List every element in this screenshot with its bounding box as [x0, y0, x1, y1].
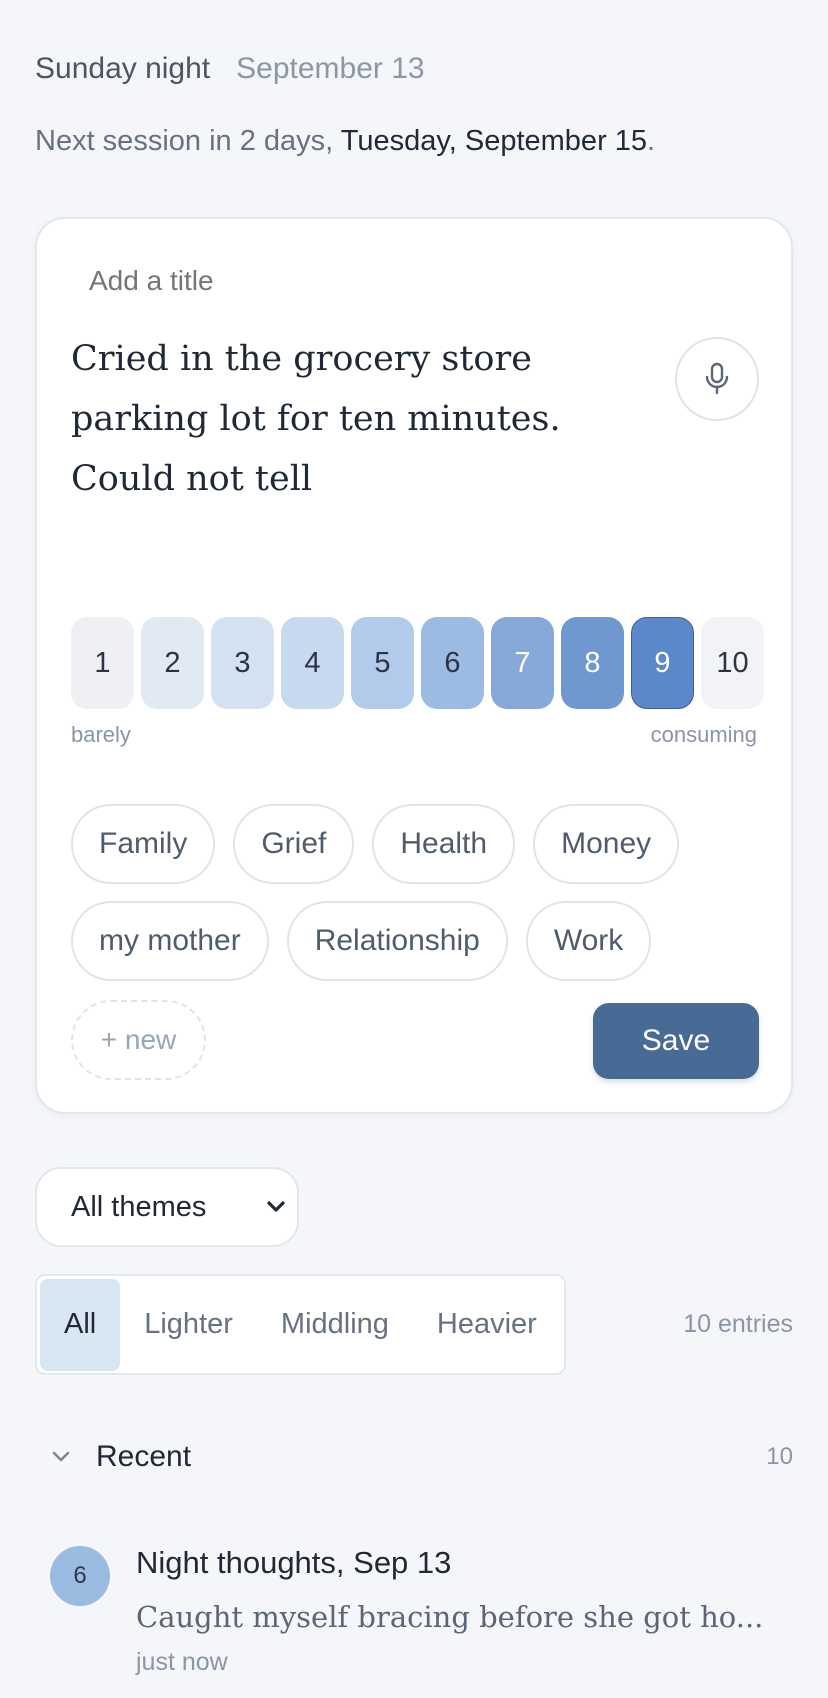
journal-composer-card: Cried in the grocery store parking lot f…: [35, 217, 793, 1114]
title-input[interactable]: [89, 265, 649, 297]
segment-middling[interactable]: Middling: [257, 1279, 413, 1371]
entry-timestamp: just now: [136, 1648, 228, 1676]
entry-weight-badge: 6: [50, 1546, 110, 1606]
chevron-down-icon: [267, 1201, 285, 1212]
next-session-date: Tuesday, September 15: [340, 125, 648, 157]
recent-section-count: 10: [766, 1443, 793, 1470]
microphone-button[interactable]: [675, 337, 759, 421]
scale-low-label: barely: [71, 722, 131, 747]
entry-title: Night thoughts, Sep 13: [136, 1545, 452, 1580]
tag-chip[interactable]: my mother: [71, 901, 269, 981]
header: Sunday night September 13: [35, 52, 425, 86]
scale-option-6[interactable]: 6: [421, 617, 484, 709]
scale-option-8[interactable]: 8: [561, 617, 624, 709]
recent-section-header[interactable]: Recent 10: [50, 1440, 793, 1474]
scale-option-1[interactable]: 1: [71, 617, 134, 709]
intensity-scale: 1 2 3 4 5 6 7 8 9 10: [71, 617, 764, 709]
next-session-info: Next session in 2 days, Tuesday, Septemb…: [35, 125, 655, 158]
tag-chip[interactable]: Relationship: [286, 901, 508, 981]
entry-preview: Caught myself bracing before she got ho.…: [136, 1600, 764, 1634]
scale-option-7[interactable]: 7: [491, 617, 554, 709]
theme-filter-select[interactable]: All themes: [35, 1167, 299, 1247]
theme-tags: Family Grief Health Money my mother Relation…: [71, 804, 771, 998]
scale-option-10[interactable]: 10: [701, 617, 764, 709]
chevron-down-icon: [52, 1451, 70, 1462]
tag-chip[interactable]: Work: [525, 901, 652, 981]
scale-option-5[interactable]: 5: [351, 617, 414, 709]
scale-option-2[interactable]: 2: [141, 617, 204, 709]
microphone-icon: [705, 362, 729, 395]
journal-body-textarea[interactable]: Cried in the grocery store parking lot f…: [71, 329, 661, 509]
recent-section-title: Recent: [96, 1440, 192, 1473]
next-session-prefix: Next session in 2 days,: [35, 125, 334, 157]
tag-chip[interactable]: Health: [372, 804, 516, 884]
tag-row: my mother Relationship Work: [71, 901, 771, 981]
header-date: September 13: [236, 52, 425, 85]
scale-option-3[interactable]: 3: [211, 617, 274, 709]
add-tag-button[interactable]: + new: [71, 1000, 206, 1080]
scale-option-4[interactable]: 4: [281, 617, 344, 709]
next-session-suffix: .: [647, 125, 656, 157]
scale-option-9[interactable]: 9: [631, 617, 694, 709]
tag-chip[interactable]: Money: [533, 804, 680, 884]
segment-all[interactable]: All: [40, 1278, 121, 1371]
entries-count: 10 entries: [683, 1310, 793, 1338]
tag-row: Family Grief Health Money: [71, 804, 771, 884]
header-day: Sunday night: [35, 52, 211, 85]
scale-high-label: consuming: [650, 722, 757, 747]
tag-chip[interactable]: Grief: [233, 804, 355, 884]
save-button[interactable]: Save: [593, 1003, 759, 1079]
segment-heavier[interactable]: Heavier: [413, 1279, 561, 1371]
theme-filter-value: All themes: [71, 1190, 207, 1223]
weight-filter-segmented-control: All Lighter Middling Heavier: [35, 1274, 566, 1375]
segment-lighter[interactable]: Lighter: [120, 1279, 257, 1371]
tag-chip[interactable]: Family: [71, 804, 216, 884]
